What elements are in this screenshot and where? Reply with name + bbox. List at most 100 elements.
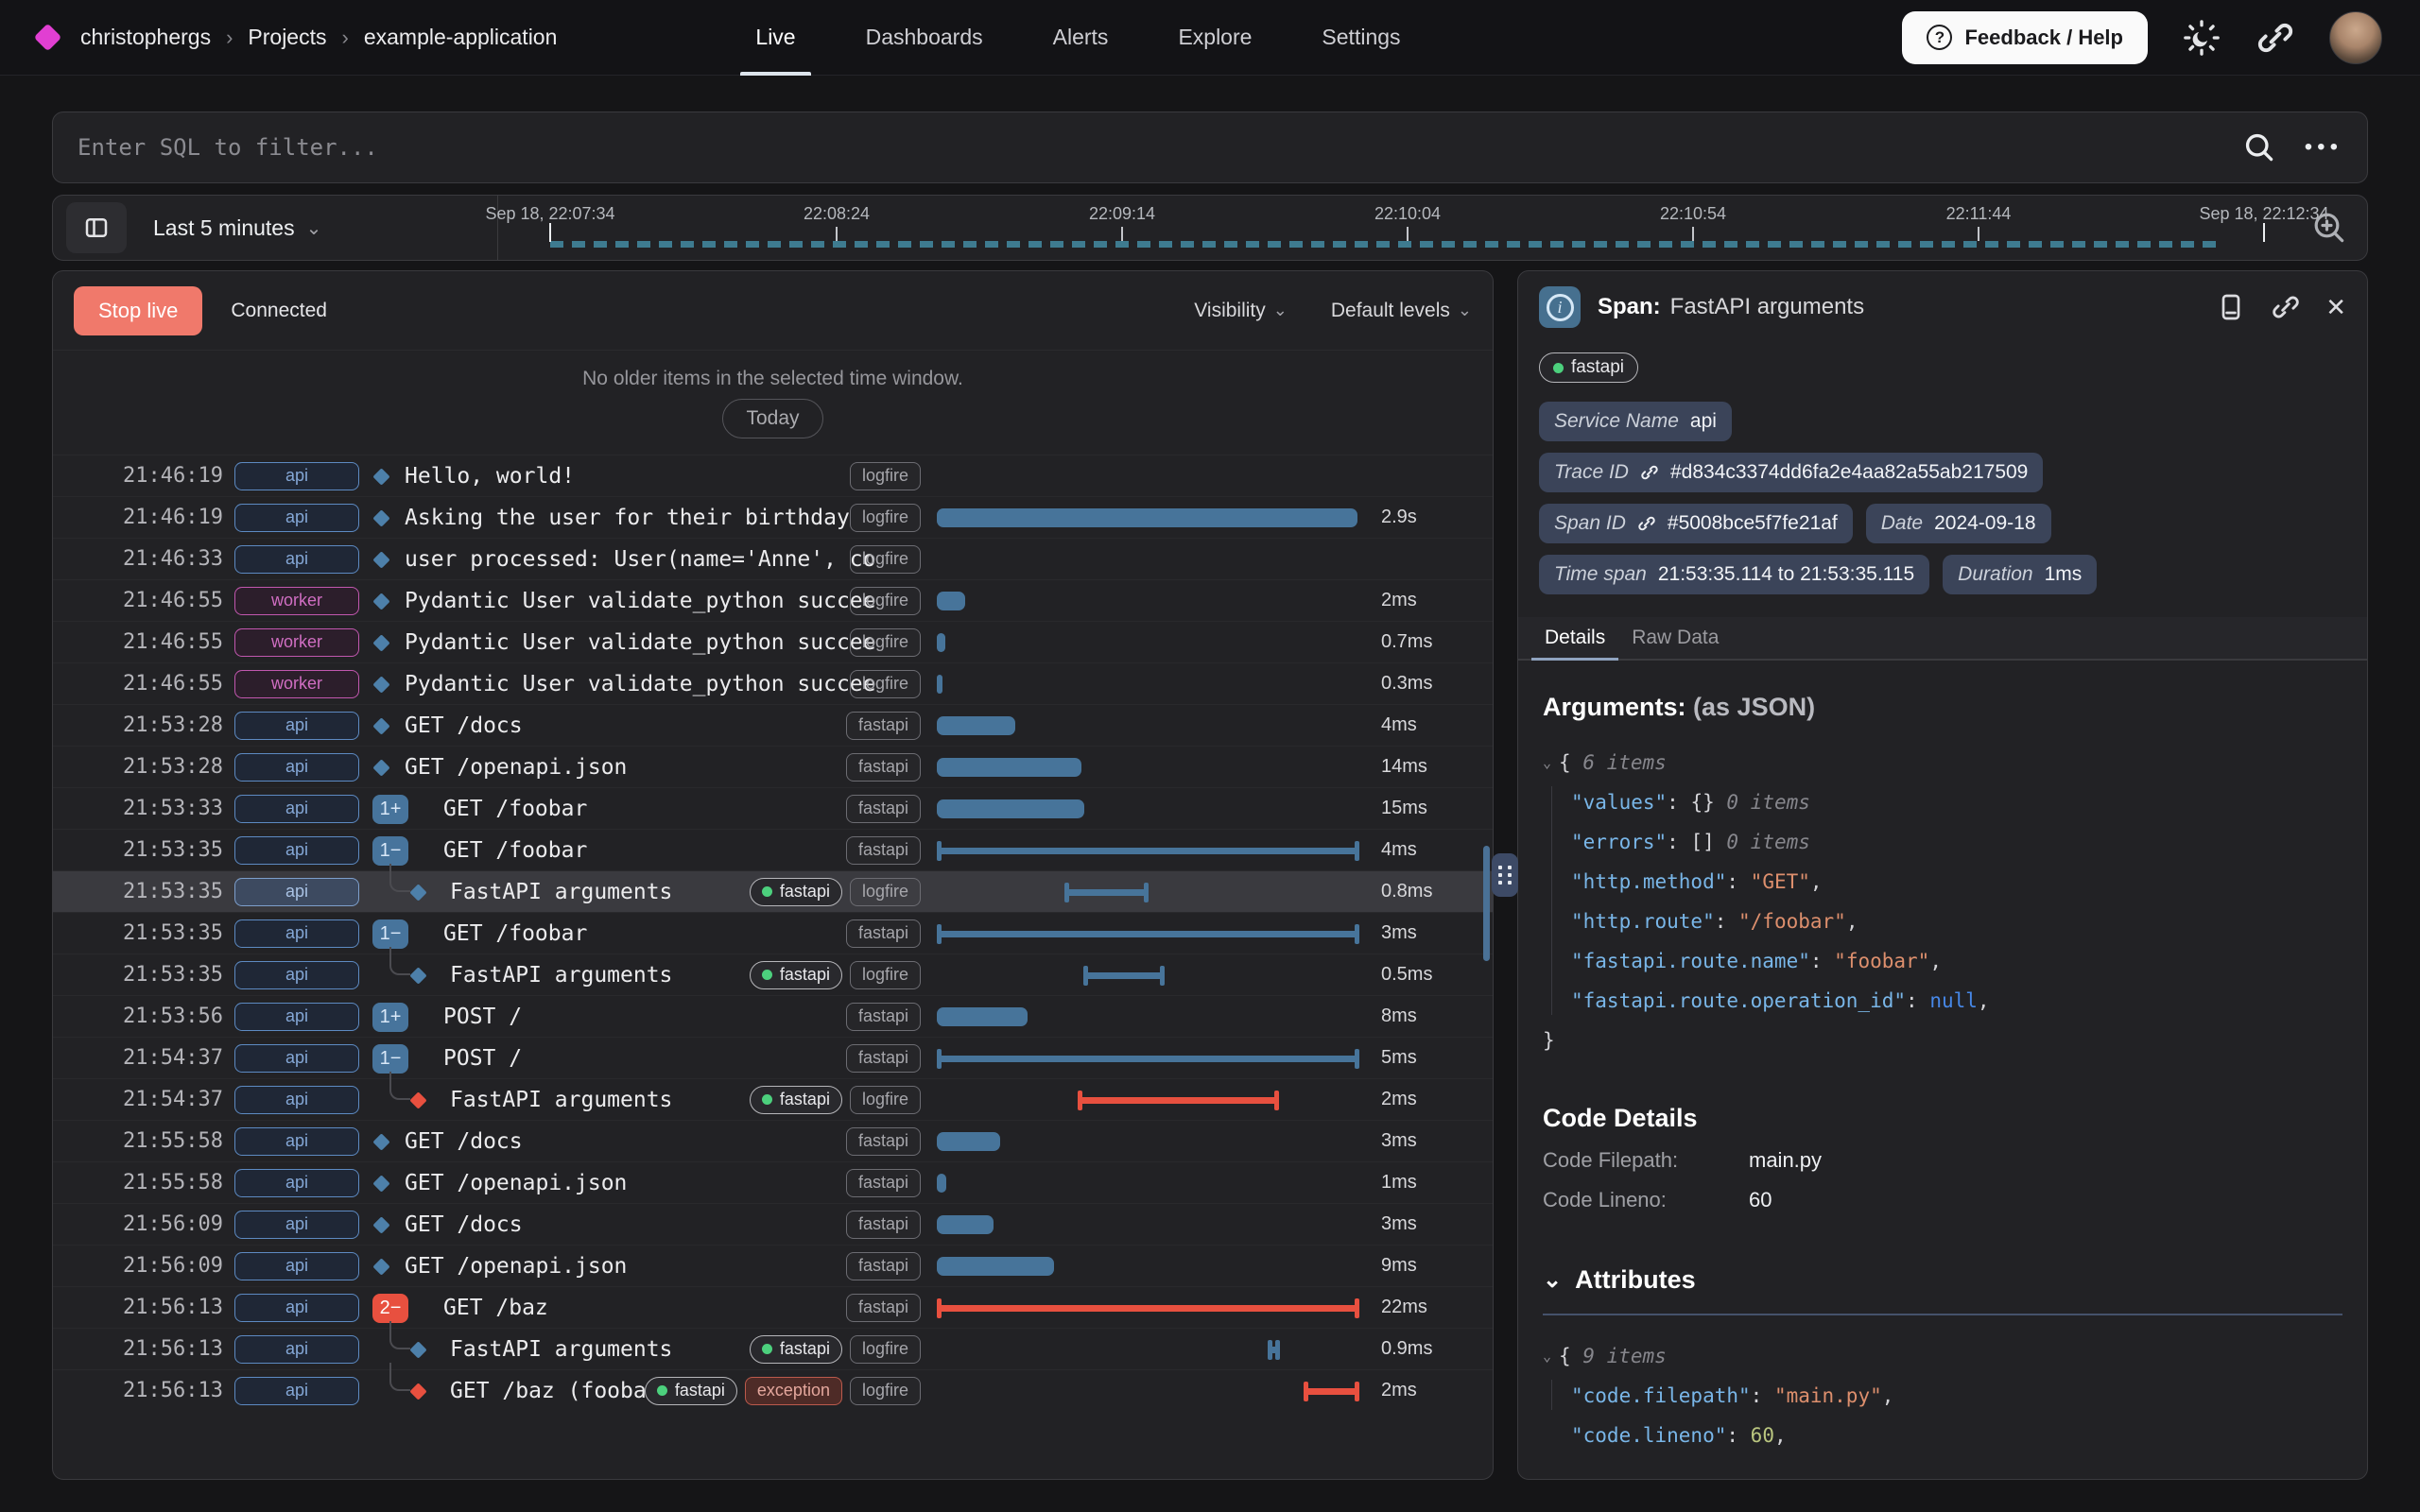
tag-logfire[interactable]: logfire: [850, 670, 921, 698]
tag-fastapi[interactable]: fastapi: [846, 1044, 921, 1073]
metadata-chip[interactable]: Duration1ms: [1943, 555, 2097, 594]
service-badge-api[interactable]: api: [234, 961, 359, 989]
sidebar-toggle-button[interactable]: [66, 202, 127, 253]
tag-fastapi[interactable]: fastapi: [846, 1252, 921, 1280]
trace-row[interactable]: 21:56:09apiGET /docsfastapi3ms: [53, 1203, 1493, 1245]
expand-collapse-badge[interactable]: 1+: [372, 795, 408, 824]
attributes-heading[interactable]: ⌄ Attributes: [1543, 1265, 2342, 1295]
trace-row[interactable]: 21:46:55workerPydantic User validate_pyt…: [53, 579, 1493, 621]
nav-item-explore[interactable]: Explore: [1178, 0, 1252, 76]
fastapi-tag-pill[interactable]: fastapi: [1539, 352, 1638, 383]
metadata-chip[interactable]: Trace ID#d834c3374dd6fa2e4aa82a55ab21750…: [1539, 453, 2043, 492]
service-badge-api[interactable]: api: [234, 1377, 359, 1405]
trace-row[interactable]: 21:53:35api1−GET /foobarfastapi3ms: [53, 912, 1493, 954]
trace-row[interactable]: 21:54:37api1−POST /fastapi5ms: [53, 1037, 1493, 1078]
tag-logfire[interactable]: logfire: [850, 961, 921, 989]
tag-fastapi[interactable]: fastapi: [846, 712, 921, 740]
search-icon[interactable]: [2242, 130, 2276, 164]
close-icon[interactable]: ✕: [2325, 293, 2346, 322]
service-badge-api[interactable]: api: [234, 836, 359, 865]
trace-row[interactable]: 21:46:55workerPydantic User validate_pyt…: [53, 662, 1493, 704]
breadcrumb-item[interactable]: Projects: [248, 25, 326, 50]
scrollbar-thumb[interactable]: [1483, 846, 1490, 961]
tag-fastapi[interactable]: fastapi: [750, 878, 842, 906]
service-badge-api[interactable]: api: [234, 878, 359, 906]
service-badge-api[interactable]: api: [234, 753, 359, 782]
user-avatar[interactable]: [2329, 11, 2382, 64]
trace-row[interactable]: 21:46:19apiAsking the user for their bir…: [53, 496, 1493, 538]
service-badge-api[interactable]: api: [234, 545, 359, 574]
tag-fastapi[interactable]: fastapi: [846, 795, 921, 823]
breadcrumb[interactable]: christophergs›Projects›example-applicati…: [80, 25, 557, 50]
panel-resize-handle[interactable]: [1492, 853, 1518, 897]
metadata-chip[interactable]: Span ID#5008bce5f7fe21af: [1539, 504, 1853, 543]
tag-logfire[interactable]: logfire: [850, 462, 921, 490]
tag-fastapi[interactable]: fastapi: [846, 919, 921, 948]
metadata-chip[interactable]: Time span21:53:35.114 to 21:53:35.115: [1539, 555, 1929, 594]
trace-row[interactable]: 21:55:58apiGET /openapi.jsonfastapi1ms: [53, 1161, 1493, 1203]
trace-row[interactable]: 21:53:35apiFastAPI argumentsfastapilogfi…: [53, 954, 1493, 995]
service-badge-worker[interactable]: worker: [234, 670, 359, 698]
today-button[interactable]: Today: [722, 399, 822, 438]
trace-row[interactable]: 21:46:55workerPydantic User validate_pyt…: [53, 621, 1493, 662]
tag-fastapi[interactable]: fastapi: [645, 1377, 737, 1405]
expand-collapse-badge[interactable]: 2−: [372, 1294, 408, 1323]
tag-fastapi[interactable]: fastapi: [846, 836, 921, 865]
service-badge-api[interactable]: api: [234, 1252, 359, 1280]
service-badge-api[interactable]: api: [234, 1127, 359, 1156]
tag-logfire[interactable]: logfire: [850, 878, 921, 906]
metadata-chip[interactable]: Service Nameapi: [1539, 402, 1732, 441]
expand-collapse-badge[interactable]: 1+: [372, 1003, 408, 1032]
tag-fastapi[interactable]: fastapi: [846, 1003, 921, 1031]
timeline-ticks[interactable]: Sep 18, 22:07:3422:08:2422:09:1422:10:04…: [497, 196, 2282, 260]
sql-filter-input[interactable]: Enter SQL to filter...: [78, 134, 378, 161]
service-badge-api[interactable]: api: [234, 712, 359, 740]
visibility-dropdown[interactable]: Visibility⌄: [1194, 300, 1288, 322]
tag-logfire[interactable]: logfire: [850, 628, 921, 657]
trace-row[interactable]: 21:55:58apiGET /docsfastapi3ms: [53, 1120, 1493, 1161]
nav-item-settings[interactable]: Settings: [1322, 0, 1400, 76]
default-levels-dropdown[interactable]: Default levels⌄: [1331, 300, 1472, 322]
tag-exception[interactable]: exception: [745, 1377, 842, 1405]
breadcrumb-item[interactable]: christophergs: [80, 25, 211, 50]
tag-fastapi[interactable]: fastapi: [846, 753, 921, 782]
service-badge-api[interactable]: api: [234, 1169, 359, 1197]
tab-raw-data[interactable]: Raw Data: [1618, 617, 1732, 659]
theme-toggle-icon[interactable]: [2182, 18, 2221, 58]
nav-item-alerts[interactable]: Alerts: [1053, 0, 1109, 76]
stop-live-button[interactable]: Stop live: [74, 286, 202, 335]
trace-row[interactable]: 21:53:33api1+GET /foobarfastapi15ms: [53, 787, 1493, 829]
tag-logfire[interactable]: logfire: [850, 1377, 921, 1405]
feedback-help-button[interactable]: ? Feedback / Help: [1902, 11, 2148, 64]
copy-link-icon[interactable]: [2271, 292, 2301, 322]
trace-row[interactable]: 21:53:35apiFastAPI argumentsfastapilogfi…: [53, 870, 1493, 912]
breadcrumb-item[interactable]: example-application: [364, 25, 558, 50]
tag-fastapi[interactable]: fastapi: [846, 1169, 921, 1197]
trace-row[interactable]: 21:53:56api1+POST /fastapi8ms: [53, 995, 1493, 1037]
tag-fastapi[interactable]: fastapi: [846, 1211, 921, 1239]
tab-details[interactable]: Details: [1531, 617, 1618, 659]
service-badge-api[interactable]: api: [234, 1211, 359, 1239]
service-badge-worker[interactable]: worker: [234, 628, 359, 657]
service-badge-api[interactable]: api: [234, 1086, 359, 1114]
service-badge-api[interactable]: api: [234, 462, 359, 490]
trace-row[interactable]: 21:56:13apiFastAPI argumentsfastapilogfi…: [53, 1328, 1493, 1369]
tag-logfire[interactable]: logfire: [850, 1335, 921, 1364]
tag-fastapi[interactable]: fastapi: [846, 1127, 921, 1156]
collapse-icon[interactable]: ⌄: [1543, 754, 1551, 771]
trace-row[interactable]: 21:46:33apiuser processed: User(name='An…: [53, 538, 1493, 579]
metadata-chip[interactable]: Date2024-09-18: [1866, 504, 2051, 543]
trace-row[interactable]: 21:56:13apiGET /baz (foobar)fastapiexcep…: [53, 1369, 1493, 1411]
trace-row[interactable]: 21:54:37apiFastAPI argumentsfastapilogfi…: [53, 1078, 1493, 1120]
tag-fastapi[interactable]: fastapi: [750, 961, 842, 989]
collapse-icon[interactable]: ⌄: [1543, 1348, 1551, 1365]
timeline-zoom-in-icon[interactable]: [2310, 209, 2348, 251]
service-badge-api[interactable]: api: [234, 1335, 359, 1364]
service-badge-api[interactable]: api: [234, 795, 359, 823]
nav-item-live[interactable]: Live: [755, 0, 795, 76]
service-badge-api[interactable]: api: [234, 504, 359, 532]
share-link-icon[interactable]: [2256, 18, 2295, 58]
more-options-icon[interactable]: •••: [2305, 134, 2342, 161]
trace-row[interactable]: 21:56:13api2−GET /bazfastapi22ms: [53, 1286, 1493, 1328]
service-badge-api[interactable]: api: [234, 1003, 359, 1031]
